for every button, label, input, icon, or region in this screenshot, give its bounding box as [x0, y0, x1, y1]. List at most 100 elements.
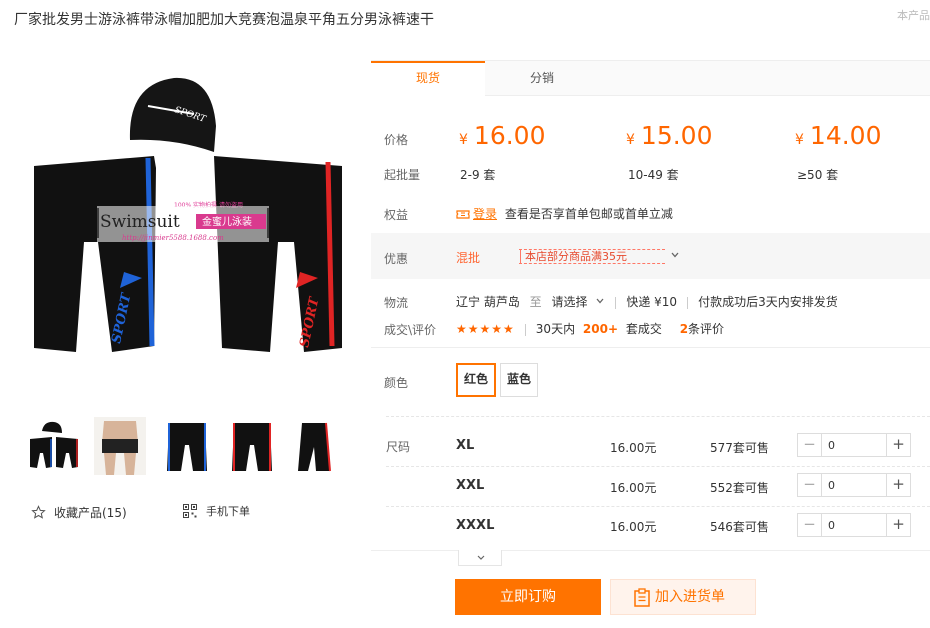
quantity-input[interactable]: [822, 514, 886, 536]
shipping-fee: 快递 ¥10: [626, 295, 678, 309]
thumbnail-3[interactable]: [161, 417, 213, 475]
size-stock: 552套可售: [710, 481, 769, 495]
destination-select[interactable]: 请选择: [552, 295, 606, 309]
star-outline-icon: [31, 505, 46, 519]
quantity-input[interactable]: [822, 474, 886, 496]
increment-button[interactable]: +: [886, 434, 910, 456]
price-value: 14.00: [809, 121, 882, 150]
color-option-red[interactable]: 红色: [456, 363, 497, 397]
moq-range-3: ≥50 套: [797, 168, 839, 182]
coupon-badge[interactable]: 本店部分商品满35元: [519, 249, 665, 264]
rights-row: 登录 查看是否享首单包邮或首单立减: [456, 205, 673, 222]
destination-label: 请选择: [551, 295, 588, 309]
decrement-button[interactable]: −: [798, 474, 822, 496]
divider: [371, 347, 930, 348]
size-price: 16.00元: [610, 520, 657, 534]
watermark-url: http://jinmier5588.1688.com: [122, 234, 224, 242]
size-row: XXXL 16.00元 546套可售 − +: [386, 506, 930, 546]
deals-unit: 套成交: [625, 322, 662, 336]
watermark-chinese: 金蜜儿泳装: [202, 215, 252, 228]
trunks-red: [214, 156, 342, 352]
moq-range-2: 10-49 套: [628, 168, 679, 182]
add-to-cart-label: 加入进货单: [655, 589, 725, 605]
size-row: XL 16.00元 577套可售 − +: [386, 427, 930, 467]
corner-note: 本产品: [897, 9, 930, 22]
login-link[interactable]: 登录: [473, 207, 497, 221]
currency-symbol: ¥: [795, 132, 804, 148]
decrement-button[interactable]: −: [798, 514, 822, 536]
reviews-count[interactable]: 2: [680, 322, 688, 336]
color-label: 颜色: [384, 376, 409, 390]
price-label: 价格: [384, 133, 409, 147]
mobile-order-button[interactable]: 手机下单: [183, 503, 250, 519]
moq-range-1: 2-9 套: [460, 168, 496, 182]
watermark-brand: Swimsuit: [100, 212, 180, 232]
purchase-tabs: 现货 分销: [371, 60, 930, 96]
thumbnail-2[interactable]: [94, 417, 146, 475]
deals-row: ★★★★★ 30天内 200+ 套成交 2条评价: [456, 320, 724, 337]
divider: [524, 323, 526, 336]
size-stock: 546套可售: [710, 520, 769, 534]
logistics-to: 至: [529, 295, 542, 309]
rights-label: 权益: [384, 208, 409, 222]
price-tier-1: ¥16.00: [459, 121, 546, 150]
reviews-text[interactable]: 条评价: [688, 322, 724, 336]
size-price: 16.00元: [610, 481, 657, 495]
tab-distribution[interactable]: 分销: [485, 61, 599, 96]
main-product-image[interactable]: SPORT SPORT SPORT 100% 实物拍摄 请勿盗用 Swimsui…: [24, 66, 356, 384]
thumbnail-5[interactable]: [290, 417, 342, 475]
moq-label: 起批量: [384, 168, 421, 182]
mobile-order-label: 手机下单: [206, 505, 250, 518]
quantity-stepper: − +: [797, 433, 911, 457]
buy-now-button[interactable]: 立即订购: [455, 579, 601, 615]
trunks-blue: [34, 156, 156, 352]
price-value: 16.00: [473, 121, 546, 150]
divider: [386, 416, 930, 417]
promotion-label: 优惠: [384, 252, 409, 266]
mixed-batch-tag: 混批: [456, 251, 481, 265]
divider: [371, 550, 930, 551]
price-value: 15.00: [640, 121, 713, 150]
size-name: XXL: [456, 478, 485, 493]
logistics-row: 辽宁 葫芦岛 至 请选择 快递 ¥10 付款成功后3天内安排发货: [456, 293, 838, 310]
chevron-down-icon: [477, 555, 485, 560]
logistics-origin: 辽宁 葫芦岛: [456, 295, 520, 309]
color-option-blue[interactable]: 蓝色: [500, 363, 539, 397]
deals-label: 成交\评价: [384, 323, 437, 337]
chevron-down-icon: [596, 298, 604, 304]
size-row: XXL 16.00元 552套可售 − +: [386, 467, 930, 507]
quantity-stepper: − +: [797, 513, 911, 537]
coupon-icon: [456, 210, 470, 219]
currency-symbol: ¥: [459, 132, 468, 148]
tab-spot[interactable]: 现货: [371, 61, 485, 96]
size-price: 16.00元: [610, 441, 657, 455]
rating-stars: ★★★★★: [456, 322, 515, 336]
quantity-input[interactable]: [822, 434, 886, 456]
thumbnail-strip: [28, 417, 348, 475]
quantity-stepper: − +: [797, 473, 911, 497]
currency-symbol: ¥: [626, 132, 635, 148]
deals-count: 200+: [582, 322, 619, 336]
size-name: XXXL: [456, 518, 495, 533]
logistics-label: 物流: [384, 296, 409, 310]
favorite-label: 收藏产品(15): [54, 506, 127, 520]
product-title: 厂家批发男士游泳裤带泳帽加肥加大竞赛泡温泉平角五分男泳裤速干: [14, 12, 434, 28]
decrement-button[interactable]: −: [798, 434, 822, 456]
divider: [687, 296, 689, 309]
thumbnail-4[interactable]: [226, 417, 278, 475]
qr-code-icon: [183, 504, 197, 518]
clipboard-icon: [634, 588, 650, 607]
increment-button[interactable]: +: [886, 514, 910, 536]
size-name: XL: [456, 438, 475, 453]
favorite-button[interactable]: 收藏产品(15): [31, 504, 127, 521]
size-stock: 577套可售: [710, 441, 769, 455]
price-tier-2: ¥15.00: [626, 121, 713, 150]
chevron-down-icon[interactable]: [670, 250, 680, 260]
add-to-cart-button[interactable]: 加入进货单: [610, 579, 756, 615]
dispatch-time: 付款成功后3天内安排发货: [698, 295, 838, 309]
deals-period: 30天内: [535, 322, 576, 336]
increment-button[interactable]: +: [886, 474, 910, 496]
expand-sizes-toggle[interactable]: [458, 550, 502, 566]
price-tier-3: ¥14.00: [795, 121, 882, 150]
thumbnail-1[interactable]: [28, 417, 80, 475]
